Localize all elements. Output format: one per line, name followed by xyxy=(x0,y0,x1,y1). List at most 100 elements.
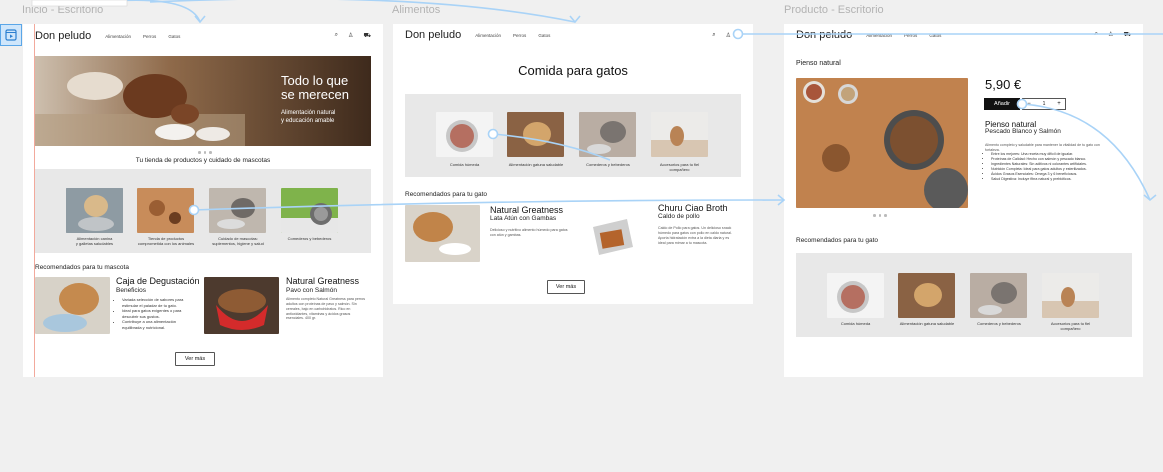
see-more-button[interactable]: Ver más xyxy=(175,352,215,366)
user-icon[interactable]: ♙ xyxy=(726,32,731,39)
category-label: Comederos y bebederos xyxy=(586,162,630,167)
kibble-bowl-image xyxy=(204,277,279,334)
dog-with-bowl-image xyxy=(66,188,123,233)
carousel-dots[interactable] xyxy=(873,214,887,217)
nav-item-gatos[interactable]: Gatos xyxy=(929,33,941,38)
connection-line xyxy=(149,0,576,23)
cart-icon[interactable]: ⛟ xyxy=(363,32,371,40)
arrow-head xyxy=(569,15,581,24)
category-image-wet-food[interactable] xyxy=(827,273,884,318)
product-name[interactable]: Natural Greatness xyxy=(286,276,359,286)
play-flow-icon xyxy=(5,29,17,41)
recommended-title: Recomendados para tu gato xyxy=(405,191,488,198)
cat-bowl-image xyxy=(579,112,636,157)
product-image-tasting-box[interactable] xyxy=(35,277,110,334)
connection-line xyxy=(99,0,201,23)
user-icon[interactable]: ♙ xyxy=(1108,31,1113,39)
product-name[interactable]: Caja de Degustación xyxy=(116,276,200,286)
prototype-flow-button[interactable] xyxy=(0,24,22,46)
wet-food-tin-image xyxy=(436,112,493,157)
frame-inicio: Don peludo Alimentación Perros Gatos ⌕ ♙… xyxy=(23,24,383,377)
logo[interactable]: Don peludo xyxy=(405,29,461,41)
nav-item-alimentacion[interactable]: Alimentación xyxy=(866,33,892,38)
hero-title: Todo lo que se merecen xyxy=(281,73,349,102)
category-label: Comida húmeda xyxy=(840,321,871,326)
category-image-bowls[interactable] xyxy=(281,188,338,233)
category-label: Alimentación gatuna saludable xyxy=(899,321,955,326)
header-icons: ⌕ ♙ ⛟ xyxy=(335,32,371,40)
product-features-list: Entre los mejores: Una receta muy difíci… xyxy=(985,152,1117,182)
recommended-title: Recomendados para tu gato xyxy=(796,237,879,244)
header: Don peludo Alimentación Perros Gatos ⌕ ♙… xyxy=(23,24,383,48)
header: Don peludo Alimentación Perros Gatos ⌕ ♙ xyxy=(393,24,753,46)
nav-item-perros[interactable]: Perros xyxy=(513,33,526,38)
nav-item-alimentacion[interactable]: Alimentación xyxy=(105,34,131,39)
search-icon[interactable]: ⌕ xyxy=(1095,31,1098,39)
product-main-image[interactable] xyxy=(796,78,968,208)
category-label: Accesorios para tu fiel compañero xyxy=(1050,321,1091,332)
frame-label-producto[interactable]: Producto - Escritorio xyxy=(784,4,884,16)
product-subtitle: Beneficios xyxy=(116,287,146,294)
frame-label-alimentos[interactable]: Alimentos xyxy=(392,4,440,16)
category-label: Cuidado de mascotas: suplementos, higiene… xyxy=(212,236,264,247)
benefit-item: Variada selección de sabores para estimu… xyxy=(122,297,196,308)
category-image-products[interactable] xyxy=(137,188,194,233)
product-image-natural-greatness[interactable] xyxy=(204,277,279,334)
increment-button[interactable]: + xyxy=(1053,101,1065,107)
product-description: Caldo de Pollo para gatos. Un delicioso … xyxy=(658,226,732,245)
arrow-head xyxy=(194,15,206,24)
category-image-bowls[interactable] xyxy=(970,273,1027,318)
nav-item-perros[interactable]: Perros xyxy=(904,33,917,38)
nav-item-gatos[interactable]: Gatos xyxy=(168,34,180,39)
main-nav: Alimentación Perros Gatos xyxy=(105,34,180,39)
logo[interactable]: Don peludo xyxy=(35,30,91,42)
add-to-cart-button[interactable]: Añadir xyxy=(984,98,1020,110)
kitten-image xyxy=(1042,273,1099,318)
category-image-dog-food[interactable] xyxy=(66,188,123,233)
category-image-healthy-food[interactable] xyxy=(898,273,955,318)
cart-icon[interactable]: ⛟ xyxy=(1123,31,1131,39)
wet-food-tin-image xyxy=(827,273,884,318)
benefit-item: Ideal para gatos exigentes o para descub… xyxy=(122,308,196,319)
category-label: Comida húmeda xyxy=(449,162,480,167)
category-image-care[interactable] xyxy=(209,188,266,233)
frame-alimentos: Don peludo Alimentación Perros Gatos ⌕ ♙… xyxy=(393,24,753,304)
product-image-churu[interactable] xyxy=(587,209,639,259)
category-image-accessories[interactable] xyxy=(1042,273,1099,318)
search-icon[interactable]: ⌕ xyxy=(335,32,338,40)
carousel-dots[interactable] xyxy=(198,151,212,154)
category-label: Accesorios para tu fiel compañero xyxy=(659,162,700,173)
nav-item-perros[interactable]: Perros xyxy=(143,34,156,39)
nav-item-gatos[interactable]: Gatos xyxy=(538,33,550,38)
kitten-image xyxy=(651,112,708,157)
category-label: Tienda de productos comprometida con los … xyxy=(137,236,195,247)
category-image-wet-food[interactable] xyxy=(436,112,493,157)
cat-eating-image xyxy=(405,205,480,262)
cat-eating-image xyxy=(209,188,266,233)
category-image-accessories[interactable] xyxy=(651,112,708,157)
category-image-healthy-food[interactable] xyxy=(507,112,564,157)
search-icon[interactable]: ⌕ xyxy=(712,32,715,39)
churu-tray-image xyxy=(587,209,639,259)
decrement-button[interactable]: − xyxy=(1023,101,1035,107)
frame-label-inicio[interactable]: Inicio - Escritorio xyxy=(22,4,103,16)
kibble-on-wood-image xyxy=(796,78,968,208)
product-image-natural-greatness-tin[interactable] xyxy=(405,205,480,262)
product-subtitle: Caldo de pollo xyxy=(658,213,700,220)
user-icon[interactable]: ♙ xyxy=(348,32,353,40)
quantity-value[interactable]: 1 xyxy=(1035,101,1053,107)
product-benefits-list: Variada selección de sabores para estimu… xyxy=(116,297,196,331)
logo[interactable]: Don peludo xyxy=(796,29,852,41)
cat-eating-image xyxy=(35,277,110,334)
benefit-item: Contribuye a una alimentación equilibrad… xyxy=(122,319,196,330)
product-price: 5,90 € xyxy=(985,77,1022,92)
category-image-bowls[interactable] xyxy=(579,112,636,157)
nav-item-alimentacion[interactable]: Alimentación xyxy=(475,33,501,38)
kibble-image xyxy=(137,188,194,233)
main-nav: Alimentación Perros Gatos xyxy=(866,33,941,38)
see-more-button[interactable]: Ver más xyxy=(547,280,585,294)
category-label: Alimentación gatuna saludable xyxy=(508,162,564,167)
header-icons: ⌕ ♙ xyxy=(712,32,741,39)
tagline: Tu tienda de productos y cuidado de masc… xyxy=(135,157,271,164)
category-label: Comederos y bebederos xyxy=(977,321,1021,326)
